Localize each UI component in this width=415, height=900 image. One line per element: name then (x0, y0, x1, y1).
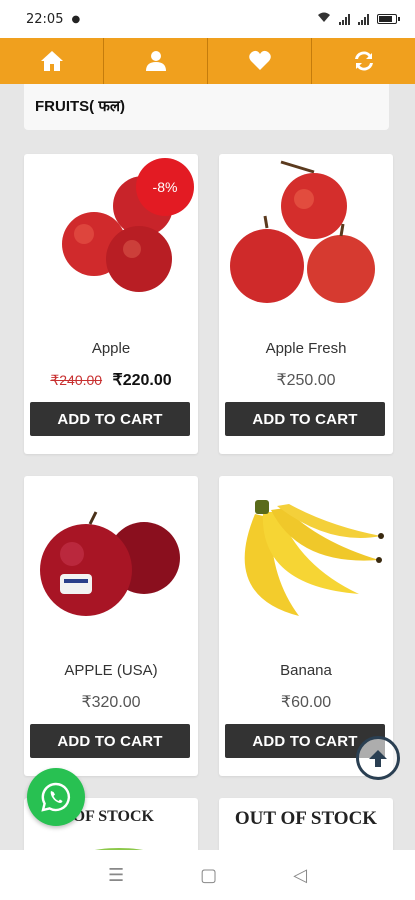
back-icon[interactable]: ◁ (293, 865, 307, 886)
nav-profile-button[interactable] (104, 38, 208, 84)
status-bar: 22:05 ● (0, 0, 415, 38)
product-card[interactable]: Banana ₹60.00 ADD TO CART (219, 476, 393, 776)
add-to-cart-button[interactable]: ADD TO CART (30, 402, 190, 436)
whatsapp-icon (41, 782, 71, 812)
product-name: Apple (91, 340, 131, 357)
top-navigation (0, 38, 415, 84)
product-card[interactable]: OUT OF STOCK (219, 798, 393, 850)
fruit-image (275, 842, 335, 850)
current-price: ₹220.00 (112, 372, 172, 389)
product-name: Apple Fresh (265, 340, 347, 357)
nav-home-button[interactable] (0, 38, 104, 84)
product-card[interactable]: APPLE (USA) ₹320.00 ADD TO CART (24, 476, 198, 776)
home-square-icon[interactable]: ▢ (200, 865, 217, 886)
arrow-up-icon (369, 750, 387, 767)
wifi-icon (317, 12, 331, 26)
product-price: ₹250.00 (276, 372, 336, 389)
heart-icon (248, 50, 271, 70)
product-name: Banana (280, 662, 332, 679)
battery-icon (377, 14, 400, 24)
system-navigation: ☰ ▢ ◁ (0, 850, 415, 900)
scroll-to-top-button[interactable] (356, 736, 400, 780)
product-card[interactable]: Apple Fresh ₹250.00 ADD TO CART (219, 154, 393, 454)
nav-refresh-button[interactable] (312, 38, 415, 84)
refresh-icon (354, 51, 373, 71)
lettuce-image (94, 848, 144, 850)
notification-dot-icon: ● (71, 13, 81, 25)
product-card[interactable]: -8% Apple ₹240.00 ₹220.00 ADD TO CART (24, 154, 198, 454)
product-list: FRUITS( फल) -8% Apple ₹240.00 ₹220.00 AD… (0, 84, 415, 850)
status-icons (317, 12, 400, 26)
signal-icon (339, 13, 350, 25)
category-title: FRUITS( फल) (24, 84, 389, 130)
banana-image (244, 500, 384, 616)
product-price: ₹240.00 ₹220.00 (24, 370, 198, 390)
signal-icon-2 (358, 13, 369, 25)
out-of-stock-label: OUT OF STOCK (234, 808, 378, 829)
apple-fresh-image (230, 160, 375, 303)
nav-wishlist-button[interactable] (208, 38, 312, 84)
home-icon (40, 51, 63, 71)
old-price: ₹240.00 (50, 372, 103, 388)
discount-badge: -8% (136, 158, 194, 216)
add-to-cart-button[interactable]: ADD TO CART (30, 724, 190, 758)
menu-icon[interactable]: ☰ (108, 865, 124, 886)
product-price: ₹60.00 (280, 694, 332, 711)
product-price: ₹320.00 (81, 694, 141, 711)
status-time: 22:05 (26, 11, 64, 27)
add-to-cart-button[interactable]: ADD TO CART (225, 402, 385, 436)
product-name: APPLE (USA) (64, 662, 158, 679)
whatsapp-button[interactable] (27, 768, 85, 826)
apple-usa-image (40, 511, 180, 616)
user-icon (145, 51, 166, 71)
